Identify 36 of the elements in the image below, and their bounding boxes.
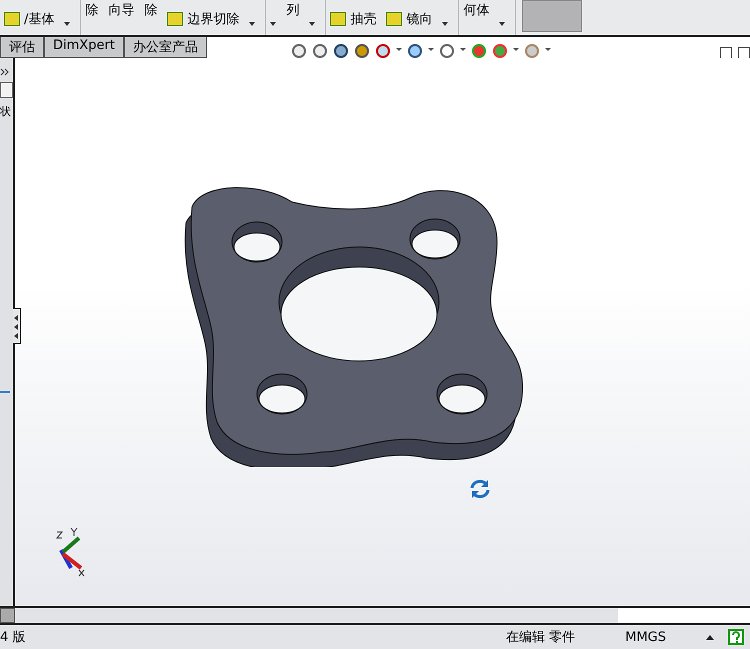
dropdown-arrow-icon[interactable]: [512, 48, 519, 54]
tree-item-text[interactable]: 状: [0, 104, 13, 119]
dropdown-arrow-icon[interactable]: [544, 48, 551, 54]
status-text: 在编辑 零件: [506, 629, 576, 646]
rotate-icon[interactable]: [468, 478, 492, 500]
tab[interactable]: DimXpert: [44, 37, 124, 58]
command-label[interactable]: 何体: [463, 1, 490, 19]
help-icon[interactable]: [728, 629, 744, 645]
tab[interactable]: 评估: [0, 37, 44, 58]
command-label[interactable]: 列: [286, 1, 300, 19]
feature-icon: [386, 12, 402, 26]
command-label[interactable]: 除: [144, 1, 158, 19]
input-field[interactable]: [0, 82, 13, 98]
tab[interactable]: 办公室产品: [124, 37, 207, 58]
command-label[interactable]: 除: [85, 1, 98, 19]
command-button[interactable]: 边界切除: [167, 10, 240, 28]
command-label[interactable]: /基体: [24, 10, 54, 28]
command-button[interactable]: /基体: [4, 10, 54, 28]
caret-icon[interactable]: [706, 634, 714, 640]
scrollbar-thumb[interactable]: [0, 608, 15, 623]
command-button[interactable]: 镜向: [386, 10, 432, 28]
dropdown-arrow-icon[interactable]: [396, 48, 402, 54]
units-button[interactable]: MMGS: [625, 630, 666, 644]
command-button[interactable]: 抽壳: [330, 10, 376, 28]
dropdown-arrow-icon[interactable]: [428, 48, 434, 54]
ribbon-panel: [522, 0, 582, 32]
feature-icon: [4, 12, 20, 26]
dropdown-arrow-icon[interactable]: [460, 48, 466, 54]
status-text: 4 版: [0, 629, 26, 646]
command-label[interactable]: 边界切除: [187, 10, 240, 28]
feature-icon: [167, 12, 184, 26]
command-label[interactable]: 镜向: [406, 10, 432, 28]
flyout-handle[interactable]: [13, 308, 21, 344]
command-label[interactable]: 抽壳: [350, 10, 376, 28]
feature-icon: [330, 12, 346, 26]
command-label[interactable]: 向导: [108, 1, 134, 19]
